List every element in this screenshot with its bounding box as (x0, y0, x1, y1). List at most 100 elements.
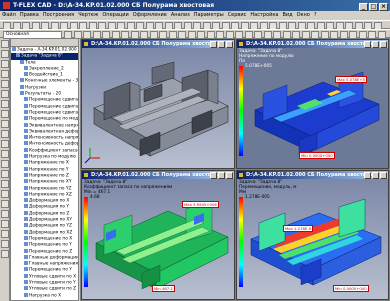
tree-node-icon (24, 229, 28, 234)
win-max-button[interactable] (218, 172, 225, 179)
menu-item[interactable]: Вид (280, 12, 294, 18)
side-tool-icon[interactable] (1, 80, 9, 88)
side-tool-icon[interactable] (1, 200, 9, 208)
model-window[interactable]: D:\A-34.KP.01.02.000 СБ Полурама хвостов… (81, 39, 235, 169)
tree-item-label: Эквивалентная деформация (29, 129, 79, 135)
win-max-button[interactable] (218, 41, 225, 48)
side-tool-icon[interactable] (1, 60, 9, 68)
window-title-bar[interactable]: D:\A-34.KP.01.02.000 СБ Полурама хвостов… (82, 171, 234, 179)
menu-item[interactable]: Сервис (226, 12, 249, 18)
win-min-button[interactable] (364, 41, 371, 48)
menu-item[interactable]: Анализ (169, 12, 192, 18)
tree-item-label: Задача "Задача 8" (21, 53, 63, 59)
side-tool-icon[interactable] (1, 90, 9, 98)
maximize-button[interactable]: □ (369, 3, 378, 11)
left-toolbar (0, 38, 10, 301)
side-tool-icon[interactable] (1, 110, 9, 118)
tree-item-label: Коэффициент запаса по (29, 148, 79, 154)
side-tool-icon[interactable] (1, 40, 9, 48)
side-tool-icon[interactable] (1, 180, 9, 188)
viewport-3d[interactable]: Задача: "Задача 8" Напряжение по модулю … (237, 48, 388, 168)
app-icon (3, 2, 10, 9)
side-tool-icon[interactable] (1, 190, 9, 198)
win-min-button[interactable] (210, 172, 217, 179)
tree-node-icon (24, 217, 28, 222)
menu-item[interactable]: Правка (18, 12, 41, 18)
tree-item-label: Напряжение по YZ (29, 186, 72, 192)
standard-toolbar (0, 20, 390, 30)
side-tool-icon[interactable] (1, 50, 9, 58)
tree-item-label: Напряжение по Y (29, 167, 69, 173)
viewport-3d[interactable] (82, 48, 234, 168)
win-close-button[interactable] (226, 41, 233, 48)
safety-factor-window[interactable]: D:\A-34.KP.01.02.000 СБ Полурама хвостов… (81, 170, 235, 300)
viewport-3d[interactable]: Задача: "Задача 8" Перемещение, модуль, … (237, 179, 388, 299)
tree-item-label: Нагрузка по X (29, 293, 62, 299)
menu-item[interactable]: Настройка (248, 12, 280, 18)
side-tool-icon[interactable] (1, 250, 9, 258)
menu-item[interactable]: Операции (100, 12, 130, 18)
menu-item[interactable]: Чертеж (76, 12, 100, 18)
win-max-button[interactable] (372, 41, 379, 48)
tree-node-icon (24, 210, 28, 215)
tree-node-icon (24, 147, 28, 152)
side-tool-icon[interactable] (1, 220, 9, 228)
menu-item[interactable]: ? (312, 12, 319, 18)
max-value-tag: Max 5.078E+5 (335, 76, 367, 83)
window-title: D:\A-34.KP.01.02.000 СБ Полурама хвостов… (91, 172, 221, 178)
side-tool-icon[interactable] (1, 160, 9, 168)
menu-item[interactable]: Построения (41, 12, 76, 18)
tree-node-icon (24, 185, 28, 190)
menu-item[interactable]: Окно (295, 12, 312, 18)
window-title-bar[interactable]: D:\A-34.KP.01.02.000 СБ Полурама хвостов… (82, 40, 234, 48)
viewport-3d[interactable]: Задача: "Задача 8" Коэффициент запаса по… (82, 179, 234, 299)
tree-node-icon (24, 166, 28, 171)
tree-item-label: Деформация по XZ (29, 230, 73, 236)
tree-item-label: Перемещение по X (29, 236, 73, 242)
tree-item-label: Тела (25, 60, 36, 66)
win-max-button[interactable] (372, 172, 379, 179)
window-title-bar[interactable]: D:\A-34.KP.01.02.000 СБ Полурама хвостов… (237, 40, 388, 48)
close-button[interactable]: × (379, 3, 388, 11)
side-tool-icon[interactable] (1, 100, 9, 108)
side-tool-icon[interactable] (1, 120, 9, 128)
side-tool-icon[interactable] (1, 170, 9, 178)
tree-item-label: Задача - A-34.KP.01.02.000 СБ Полу (17, 47, 78, 53)
side-tool-icon[interactable] (1, 140, 9, 148)
workspace: D:\A-34.KP.01.02.000 СБ Полурама хвостов… (80, 38, 390, 301)
tree-node-icon (24, 103, 28, 108)
safety-render (95, 200, 229, 290)
axis-triad (84, 148, 100, 164)
menu-item[interactable]: Файл (0, 12, 18, 18)
tree-node-icon (24, 248, 28, 253)
window-title-bar[interactable]: D:\A-34.KP.01.02.000 СБ Полурама хвостов… (237, 171, 388, 179)
menu-item[interactable]: Оформление (131, 12, 169, 18)
side-tool-icon[interactable] (1, 70, 9, 78)
tree-header (11, 39, 78, 47)
max-value-tag: Max 3.9945+006 (182, 201, 219, 208)
side-tool-icon[interactable] (1, 130, 9, 138)
minimize-button[interactable]: _ (359, 3, 368, 11)
tree-item-label: Угловые сдвиги по Z (29, 286, 77, 292)
side-tool-icon[interactable] (1, 240, 9, 248)
win-close-button[interactable] (380, 172, 387, 179)
tree-item-label: Деформация по Z (29, 211, 70, 217)
tree-item-label: Перемещение по Y (29, 267, 72, 273)
side-tool-icon[interactable] (1, 150, 9, 158)
tree-node-icon (24, 135, 28, 140)
window-title: D:\A-34.KP.01.02.000 СБ Полурама хвостов… (91, 41, 221, 47)
side-tool-icon[interactable] (1, 230, 9, 238)
tree-node-icon (24, 198, 28, 203)
menu-item[interactable]: Параметры (192, 12, 226, 18)
displacement-window[interactable]: D:\A-34.KP.01.02.000 СБ Полурама хвостов… (236, 170, 389, 300)
model-tree: Задача - A-34.KP.01.02.000 СБ ПолуЗадача… (10, 38, 79, 301)
win-close-button[interactable] (226, 172, 233, 179)
side-tool-icon[interactable] (1, 210, 9, 218)
stress-result-window[interactable]: D:\A-34.KP.01.02.000 СБ Полурама хвостов… (236, 39, 389, 169)
win-min-button[interactable] (364, 172, 371, 179)
tree-item-label: Интенсивность деформации (29, 141, 79, 147)
win-min-button[interactable] (210, 41, 217, 48)
doc-icon (239, 42, 243, 46)
tree-item[interactable]: Нагрузка по X (11, 292, 78, 299)
win-close-button[interactable] (380, 41, 387, 48)
